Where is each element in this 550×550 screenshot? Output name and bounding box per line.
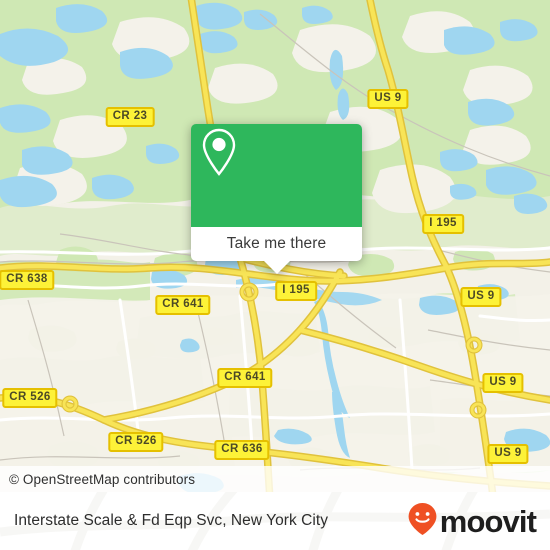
- map-canvas[interactable]: CR 23 US 9 I 195 CR 638 CR 641 I 195 US 9 CR 64…: [0, 0, 550, 492]
- road-shield: CR 23: [105, 107, 155, 127]
- moovit-logo[interactable]: moovit: [407, 502, 537, 541]
- road-shield: CR 526: [2, 388, 58, 408]
- popup-action-label: Take me there: [226, 235, 327, 252]
- road-shield: I 195: [275, 281, 317, 301]
- road-shield: CR 526: [108, 432, 164, 452]
- road-shield: CR 641: [217, 368, 273, 388]
- moovit-smiling-pin-icon: [407, 502, 438, 541]
- road-shield: US 9: [367, 89, 409, 109]
- road-shield: US 9: [487, 444, 529, 464]
- popup-action-button[interactable]: Take me there: [191, 227, 362, 261]
- popup-tail: [263, 261, 290, 274]
- road-shield: CR 641: [155, 295, 211, 315]
- map-pin-icon: [202, 128, 305, 204]
- road-shield: I 195: [422, 214, 464, 234]
- map-attribution[interactable]: © OpenStreetMap contributors: [0, 466, 550, 492]
- place-name-label: Interstate Scale & Fd Eqp Svc, New York …: [14, 512, 329, 529]
- road-shield: CR 636: [214, 440, 270, 460]
- moovit-wordmark: moovit: [439, 503, 537, 539]
- map-screen: CR 23 US 9 I 195 CR 638 CR 641 I 195 US 9 CR 64…: [0, 0, 550, 550]
- road-shield: CR 638: [0, 270, 55, 290]
- footer-bar: Interstate Scale & Fd Eqp Svc, New York …: [0, 492, 550, 550]
- location-popup[interactable]: Take me there: [191, 124, 362, 274]
- attribution-text: © OpenStreetMap contributors: [9, 471, 196, 487]
- road-shield: US 9: [460, 287, 502, 307]
- popup-header: [191, 124, 362, 227]
- road-shield: US 9: [482, 373, 524, 393]
